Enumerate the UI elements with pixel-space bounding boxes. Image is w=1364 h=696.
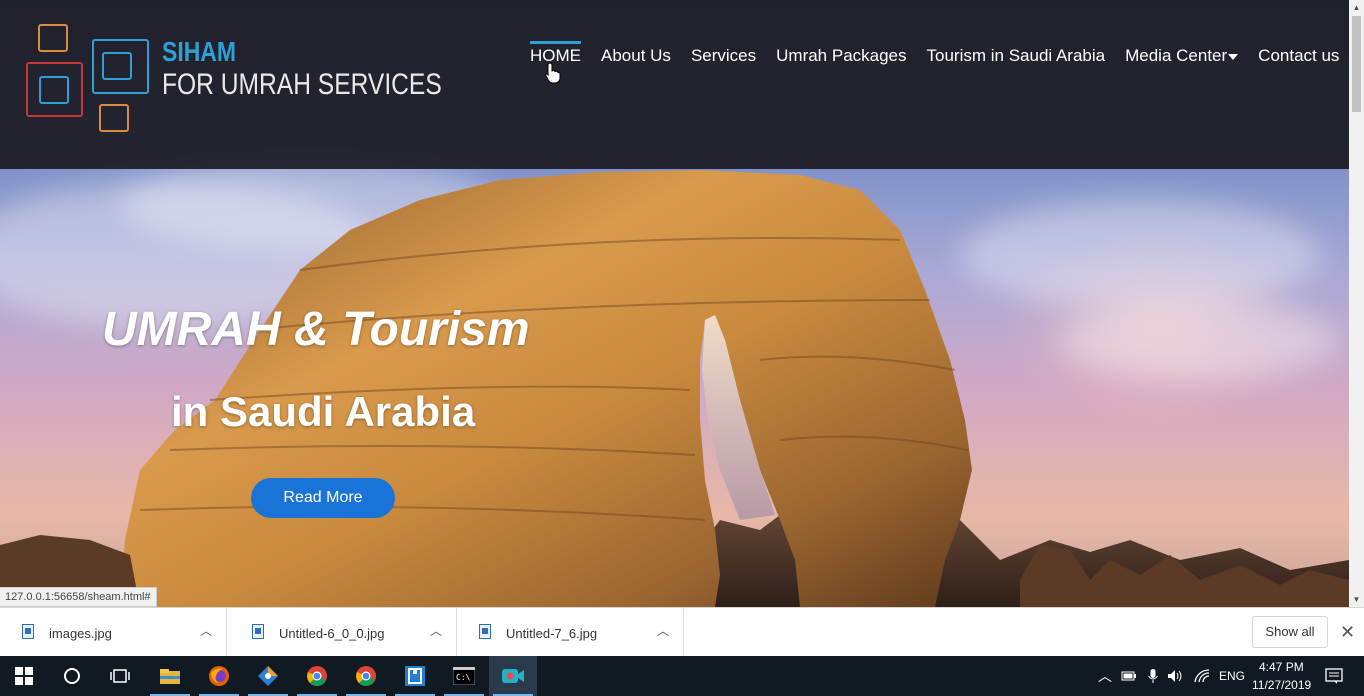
logo-square-blue-inner (102, 52, 132, 80)
image-file-icon (479, 624, 491, 639)
download-item[interactable]: Untitled-6_0_0.jpg ︿ (230, 608, 457, 656)
nav-contact-us[interactable]: Contact us (1248, 45, 1349, 71)
browser-viewport: SIHAM FOR UMRAH SERVICES HOME About Us S… (0, 0, 1349, 607)
page-scrollbar[interactable]: ▲ ▼ (1349, 0, 1364, 607)
language-indicator[interactable]: ENG (1219, 669, 1245, 683)
hand-pointer-icon (545, 62, 561, 84)
logo-square-orange-bottom (99, 104, 129, 132)
hero-subtitle: in Saudi Arabia (171, 388, 476, 435)
chrome-icon[interactable] (293, 656, 341, 696)
close-icon[interactable]: ✕ (1340, 622, 1355, 643)
hero-title: UMRAH & Tourism (102, 303, 530, 356)
site-logo[interactable]: SIHAM FOR UMRAH SERVICES (24, 22, 442, 137)
brackets-icon[interactable] (391, 656, 439, 696)
nav-media-center-label: Media Center (1125, 46, 1228, 65)
nav-tourism-saudi-arabia[interactable]: Tourism in Saudi Arabia (917, 45, 1116, 71)
browser-status-url: 127.0.0.1:56658/sheam.html# (0, 587, 157, 607)
download-item[interactable]: Untitled-7_6.jpg ︿ (457, 608, 684, 656)
logo-brand-name: SIHAM (162, 36, 236, 67)
chevron-up-icon[interactable]: ︿ (657, 622, 669, 639)
chrome-icon[interactable] (342, 656, 390, 696)
start-icon[interactable] (0, 656, 48, 696)
download-filename: Untitled-6_0_0.jpg (279, 626, 385, 641)
logo-tagline: FOR UMRAH SERVICES (162, 68, 442, 101)
battery-icon[interactable] (1118, 656, 1140, 696)
download-item[interactable]: images.jpg ︿ (0, 608, 227, 656)
sourcetree-icon[interactable] (244, 656, 292, 696)
windows-taskbar: C:\ ︿ ENG 4:47 PM 11/27/2019 (0, 656, 1364, 696)
logo-square-blue-small (39, 76, 69, 104)
cortana-icon[interactable] (48, 656, 96, 696)
scroll-up-icon[interactable]: ▲ (1349, 0, 1364, 15)
chevron-up-icon[interactable]: ︿ (430, 622, 442, 639)
show-all-button[interactable]: Show all (1252, 616, 1328, 648)
nav-about-us[interactable]: About Us (591, 45, 681, 71)
logo-square-orange (38, 24, 68, 52)
download-filename: images.jpg (49, 626, 112, 641)
chevron-up-icon[interactable]: ︿ (1098, 666, 1112, 686)
speaker-icon[interactable] (1165, 656, 1187, 696)
screen-recorder-icon[interactable] (489, 656, 537, 696)
nav-media-center[interactable]: Media Center (1115, 45, 1248, 71)
scroll-down-icon[interactable]: ▼ (1349, 592, 1364, 607)
clock-date[interactable]: 11/27/2019 (1252, 678, 1311, 692)
image-file-icon (22, 624, 34, 639)
file-explorer-icon[interactable] (146, 656, 194, 696)
caret-down-icon (1228, 53, 1239, 60)
notification-icon[interactable] (1322, 656, 1346, 696)
read-more-button[interactable]: Read More (251, 478, 395, 518)
firefox-icon[interactable] (195, 656, 243, 696)
nav-services[interactable]: Services (681, 45, 766, 71)
image-file-icon (252, 624, 264, 639)
scroll-thumb[interactable] (1352, 16, 1361, 112)
wifi-icon[interactable] (1190, 656, 1214, 696)
main-nav: HOME About Us Services Umrah Packages To… (520, 41, 1349, 71)
chevron-up-icon[interactable]: ︿ (200, 622, 212, 639)
svg-text:C:\: C:\ (456, 673, 471, 682)
terminal-icon[interactable]: C:\ (440, 656, 488, 696)
clock-time[interactable]: 4:47 PM (1259, 660, 1304, 674)
download-shelf: images.jpg ︿ Untitled-6_0_0.jpg ︿ Untitl… (0, 607, 1364, 656)
task-view-icon[interactable] (96, 656, 144, 696)
site-header: SIHAM FOR UMRAH SERVICES HOME About Us S… (0, 0, 1349, 169)
microphone-icon[interactable] (1142, 656, 1164, 696)
nav-umrah-packages[interactable]: Umrah Packages (766, 45, 916, 71)
download-filename: Untitled-7_6.jpg (506, 626, 598, 641)
